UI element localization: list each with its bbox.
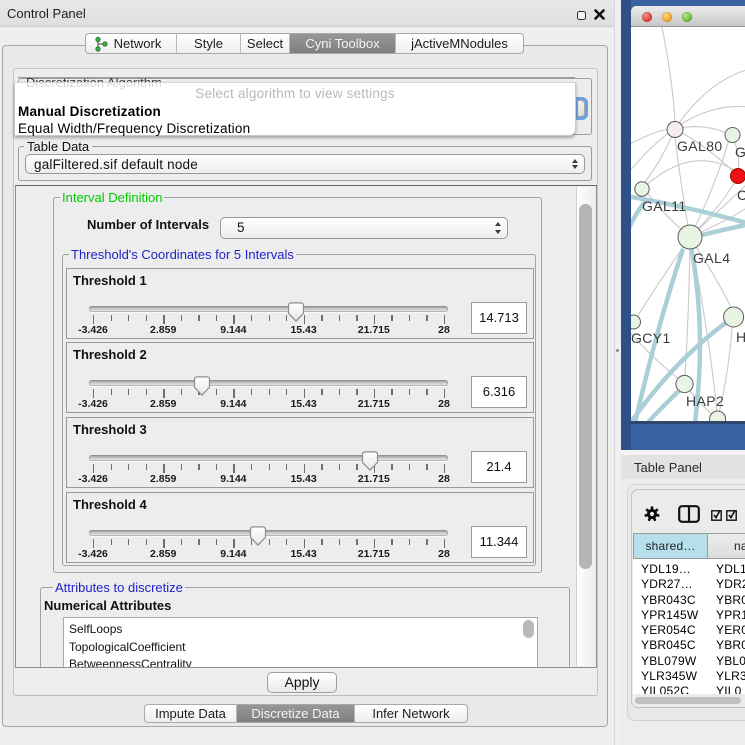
svg-text:GAL80: GAL80 — [677, 138, 723, 154]
svg-text:H: H — [736, 329, 745, 345]
svg-text:GA: GA — [735, 144, 745, 160]
svg-text:C: C — [737, 187, 745, 203]
svg-text:GAL11: GAL11 — [642, 198, 687, 214]
svg-text:GAL4: GAL4 — [693, 250, 730, 266]
svg-text:HAP2: HAP2 — [686, 393, 724, 409]
svg-text:GCY1: GCY1 — [631, 330, 671, 346]
